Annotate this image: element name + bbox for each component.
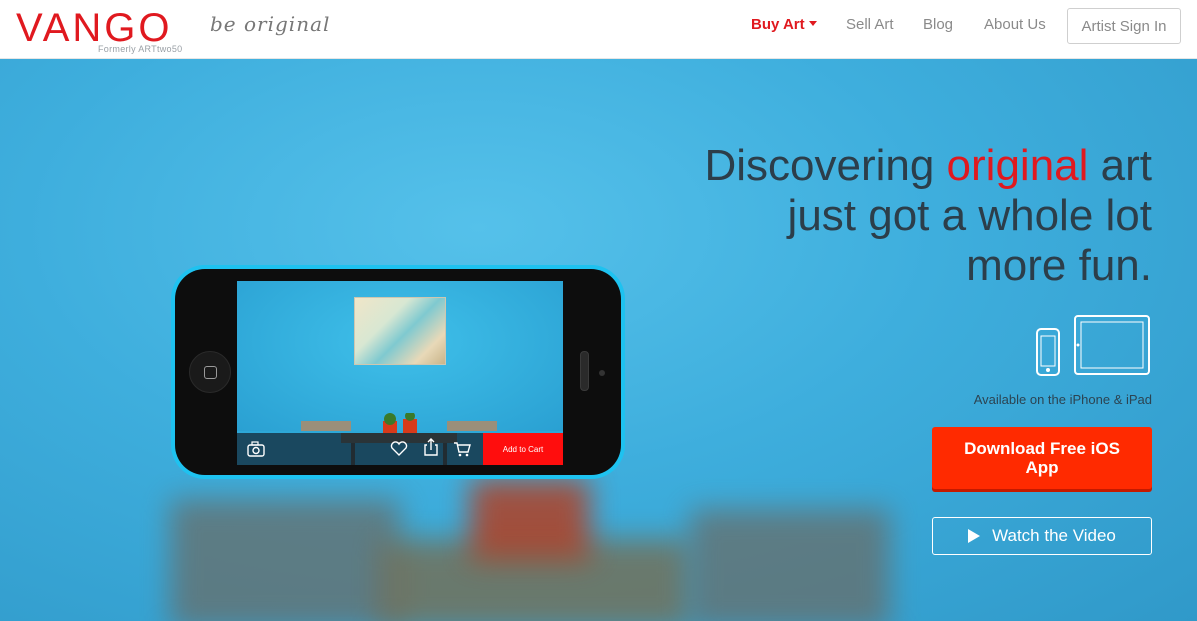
artwork-preview [354, 297, 446, 365]
nav-buy-art[interactable]: Buy Art [751, 16, 817, 33]
phone-camera [599, 370, 605, 376]
home-square-icon [203, 365, 217, 379]
nav-about-us[interactable]: About Us [984, 16, 1046, 33]
share-icon[interactable] [423, 438, 439, 456]
nav-sell-art[interactable]: Sell Art [846, 16, 894, 33]
top-navbar: VANGO Formerly ARTtwo50 be original Buy … [0, 0, 1197, 59]
headline-line3: more fun. [966, 241, 1152, 290]
phone-body: Add to Cart [175, 269, 621, 475]
caret-down-icon [808, 20, 817, 26]
nav-blog[interactable]: Blog [923, 16, 953, 33]
play-icon [968, 529, 981, 543]
phone-screen: Add to Cart [237, 281, 563, 465]
logo-formerly-text: Formerly ARTtwo50 [98, 44, 183, 54]
blurred-pots [470, 479, 590, 559]
cart-icon[interactable] [453, 441, 471, 457]
home-button [189, 351, 231, 393]
download-ios-app-button[interactable]: Download Free iOS App [932, 427, 1152, 489]
iphone-mockup: Add to Cart [171, 265, 625, 479]
download-button-label: Download Free iOS App [964, 439, 1120, 477]
hero-section: Discovering original art just got a whol… [0, 59, 1197, 621]
blurred-bench-right [690, 509, 890, 621]
artist-sign-in-button[interactable]: Artist Sign In [1067, 8, 1181, 44]
headline-pre: Discovering [704, 141, 947, 190]
phone-speaker [580, 351, 589, 391]
hero-headline: Discovering original art just got a whol… [632, 141, 1152, 291]
iphone-ipad-icon [1036, 315, 1150, 376]
headline-line2: just got a whole lot [787, 191, 1152, 240]
heart-icon[interactable] [390, 441, 408, 457]
add-to-cart-button[interactable]: Add to Cart [483, 433, 563, 465]
availability-text: Available on the iPhone & iPad [973, 392, 1152, 407]
nav-buy-art-label: Buy Art [751, 16, 805, 33]
screen-toolbar: Add to Cart [237, 433, 563, 465]
headline-highlight: original [946, 141, 1089, 190]
headline-post: art [1088, 141, 1152, 190]
tagline: be original [210, 12, 331, 36]
watch-video-button[interactable]: Watch the Video [932, 517, 1152, 555]
vango-logo[interactable]: VANGO Formerly ARTtwo50 [16, 4, 186, 56]
watch-video-label: Watch the Video [992, 526, 1116, 545]
blurred-bench-left [170, 499, 400, 621]
camera-icon[interactable] [247, 441, 265, 457]
